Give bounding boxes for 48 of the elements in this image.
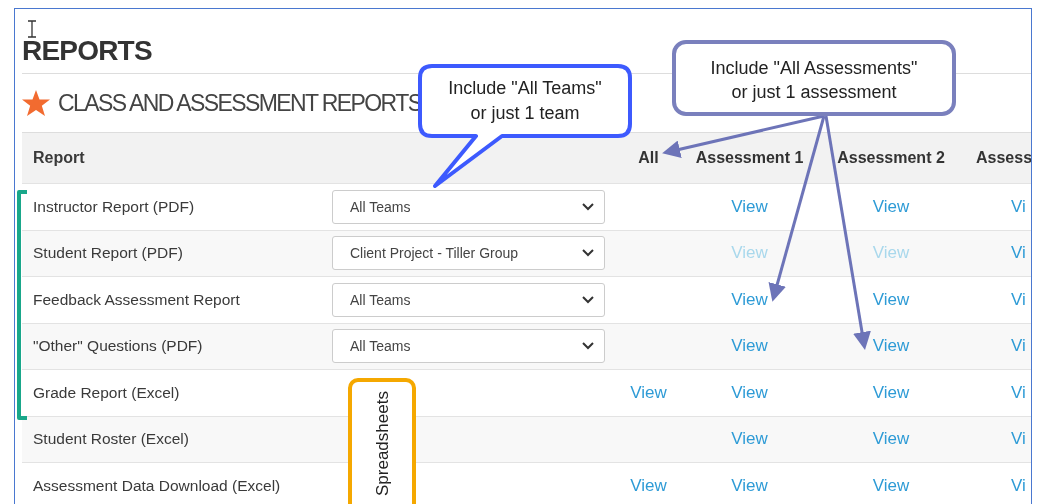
report-name: Assessment Data Download (Excel) (33, 476, 281, 494)
column-header: Report (33, 149, 85, 166)
view-link[interactable]: View (872, 289, 910, 309)
view-link[interactable]: View (872, 382, 910, 402)
view-link[interactable]: View (731, 196, 768, 216)
view-link[interactable]: Vi (1011, 336, 1026, 356)
column-header: Assess (976, 149, 1031, 166)
view-link[interactable]: Vi (1011, 382, 1026, 402)
chevron-down-icon (582, 202, 594, 211)
view-link[interactable]: View (731, 475, 768, 495)
column-header: Assessment 1 (695, 149, 804, 166)
report-name: Feedback Assessment Report (33, 290, 240, 308)
view-link[interactable]: Vi (1011, 475, 1026, 495)
column-header: All (638, 149, 659, 166)
report-name: Instructor Report (PDF) (33, 197, 195, 215)
view-link[interactable]: Vi (1011, 196, 1026, 216)
report-name: Student Roster (Excel) (33, 430, 189, 448)
view-link[interactable]: View (872, 196, 910, 216)
column-header: Assessment 2 (837, 149, 945, 166)
view-link[interactable]: Vi (1011, 429, 1026, 449)
view-link[interactable]: View (630, 475, 667, 495)
team-dropdown[interactable]: Client Project - Tiller Group (332, 236, 605, 271)
chevron-down-icon (582, 249, 594, 258)
team-dropdown[interactable]: All Teams (332, 282, 605, 317)
view-link[interactable]: View (872, 336, 910, 356)
view-link[interactable]: View (872, 429, 910, 449)
vertical-label: Spreadsheets (372, 390, 393, 499)
text-cursor-icon (27, 20, 37, 38)
report-name: "Other" Questions (PDF) (33, 337, 203, 355)
view-link[interactable]: Vi (1011, 289, 1026, 309)
view-link[interactable]: View (731, 429, 768, 449)
chevron-down-icon (582, 342, 594, 351)
team-dropdown[interactable]: All Teams (332, 189, 605, 224)
team-dropdown[interactable]: All Teams (332, 329, 605, 364)
page-title: REPORTS (22, 34, 152, 68)
chevron-down-icon (582, 295, 594, 304)
report-name: Student Report (PDF) (33, 244, 183, 262)
view-link[interactable]: Vi (1011, 243, 1026, 263)
view-link[interactable]: View (731, 382, 768, 402)
star-icon (22, 89, 50, 117)
report-name: Grade Report (Excel) (33, 383, 180, 401)
view-link[interactable]: View (731, 289, 768, 309)
view-link[interactable]: View (731, 336, 768, 356)
callout-text: Include "All Teams" or just 1 team (447, 77, 603, 125)
callout-box: Include "All Assessments" or just 1 assessment (672, 40, 956, 116)
view-link[interactable]: View (630, 382, 667, 402)
view-link[interactable]: View (872, 475, 910, 495)
section-title: CLASS AND ASSESSMENT REPORTS (58, 89, 422, 117)
